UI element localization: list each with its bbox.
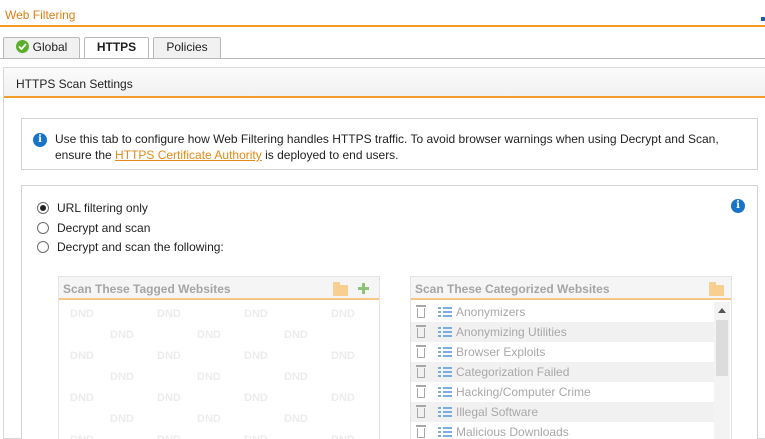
info-message-box: i Use this tab to configure how Web Filt…: [21, 118, 758, 170]
category-list-icon: [438, 407, 452, 418]
info-message: Use this tab to configure how Web Filter…: [55, 131, 755, 163]
option-label: URL filtering only: [57, 201, 148, 215]
dnd-placeholder: DND: [244, 434, 268, 439]
radio-decrypt-and-scan[interactable]: [37, 222, 49, 234]
trash-icon[interactable]: [416, 345, 426, 358]
category-list-icon: [438, 307, 452, 318]
dnd-placeholder: DND: [331, 350, 355, 362]
section-header: HTTPS Scan Settings: [4, 68, 765, 98]
tagged-drop-area[interactable]: DND DND DND DND DND DND DND DND DND DND …: [59, 302, 379, 439]
folder-icon[interactable]: [709, 282, 724, 296]
dnd-placeholder: DND: [284, 329, 308, 341]
categorized-panel-header: Scan These Categorized Websites: [411, 277, 731, 300]
dnd-placeholder: DND: [157, 392, 181, 404]
dnd-placeholder: DND: [110, 413, 134, 425]
dnd-placeholder: DND: [244, 308, 268, 320]
category-name: Categorization Failed: [456, 365, 570, 379]
folder-icon[interactable]: [333, 282, 348, 296]
trash-icon[interactable]: [416, 365, 426, 378]
dnd-placeholder: DND: [284, 371, 308, 383]
tab-global-label: Global: [32, 40, 68, 54]
dnd-placeholder: DND: [197, 413, 221, 425]
tab-https[interactable]: HTTPS: [84, 37, 149, 59]
dnd-placeholder: DND: [70, 434, 94, 439]
dnd-placeholder: DND: [157, 308, 181, 320]
list-item[interactable]: Anonymizers: [411, 302, 714, 322]
dnd-placeholder: DND: [110, 329, 134, 341]
dnd-placeholder: DND: [70, 392, 94, 404]
tagged-panel-header: Scan These Tagged Websites: [59, 277, 379, 300]
window-title-bar: Web Filtering: [0, 0, 765, 27]
dnd-placeholder: DND: [331, 392, 355, 404]
category-list-icon: [438, 387, 452, 398]
category-name: Hacking/Computer Crime: [456, 385, 591, 399]
tab-global[interactable]: Global: [3, 37, 80, 58]
tab-policies-label: Policies: [166, 40, 208, 54]
info-text-after: is deployed to end users.: [261, 148, 399, 162]
tab-https-label: HTTPS: [96, 40, 137, 54]
section-title: HTTPS Scan Settings: [16, 77, 133, 91]
list-item[interactable]: Hacking/Computer Crime: [411, 382, 714, 402]
list-item[interactable]: Browser Exploits: [411, 342, 714, 362]
category-name: Malicious Downloads: [456, 425, 569, 439]
list-item[interactable]: Categorization Failed: [411, 362, 714, 382]
dnd-placeholder: DND: [331, 434, 355, 439]
dnd-placeholder: DND: [197, 329, 221, 341]
category-name: Browser Exploits: [456, 345, 546, 359]
dnd-placeholder: DND: [284, 413, 308, 425]
dnd-placeholder: DND: [70, 350, 94, 362]
help-info-icon[interactable]: i: [731, 199, 745, 213]
list-item[interactable]: Malicious Downloads: [411, 422, 714, 439]
category-list-icon: [438, 367, 452, 378]
corner-marker: [761, 17, 765, 21]
category-list-icon: [438, 427, 452, 438]
dnd-placeholder: DND: [157, 434, 181, 439]
dnd-placeholder: DND: [244, 350, 268, 362]
categorized-websites-panel: Scan These Categorized Websites Anonymiz…: [410, 276, 732, 439]
tab-policies[interactable]: Policies: [153, 37, 221, 58]
category-list: Anonymizers Anonymizing Utilities Browse…: [411, 302, 714, 439]
dnd-placeholder: DND: [157, 350, 181, 362]
scan-options-box: i URL filtering only Decrypt and scan De…: [21, 185, 758, 439]
check-icon: [15, 40, 29, 53]
https-certificate-authority-link[interactable]: HTTPS Certificate Authority: [115, 148, 262, 162]
category-name: Anonymizing Utilities: [456, 325, 567, 339]
trash-icon[interactable]: [416, 305, 426, 318]
option-label: Decrypt and scan the following:: [57, 240, 224, 254]
tab-divider: [0, 58, 765, 59]
scroll-up-arrow-icon[interactable]: [718, 308, 726, 313]
list-item[interactable]: Illegal Software: [411, 402, 714, 422]
app-title: Web Filtering: [5, 8, 76, 22]
trash-icon[interactable]: [416, 385, 426, 398]
dnd-placeholder: DND: [110, 371, 134, 383]
dnd-placeholder: DND: [197, 371, 221, 383]
trash-icon[interactable]: [416, 405, 426, 418]
option-label: Decrypt and scan: [57, 221, 151, 235]
list-item[interactable]: Anonymizing Utilities: [411, 322, 714, 342]
trash-icon[interactable]: [416, 425, 426, 438]
category-list-icon: [438, 327, 452, 338]
dnd-placeholder: DND: [244, 392, 268, 404]
category-list-icon: [438, 347, 452, 358]
categorized-panel-title: Scan These Categorized Websites: [415, 282, 610, 296]
add-icon[interactable]: [358, 283, 369, 294]
category-list-scrollbar[interactable]: [714, 302, 730, 439]
tagged-websites-panel: Scan These Tagged Websites DND DND DND D…: [58, 276, 380, 439]
dnd-placeholder: DND: [70, 308, 94, 320]
radio-decrypt-and-scan-following[interactable]: [37, 241, 49, 253]
trash-icon[interactable]: [416, 325, 426, 338]
category-name: Illegal Software: [456, 405, 539, 419]
tagged-panel-title: Scan These Tagged Websites: [63, 282, 231, 296]
radio-url-filtering-only[interactable]: [37, 202, 49, 214]
scrollbar-thumb[interactable]: [716, 320, 728, 376]
category-name: Anonymizers: [456, 305, 526, 319]
info-icon: i: [33, 133, 47, 147]
dnd-placeholder: DND: [331, 308, 355, 320]
